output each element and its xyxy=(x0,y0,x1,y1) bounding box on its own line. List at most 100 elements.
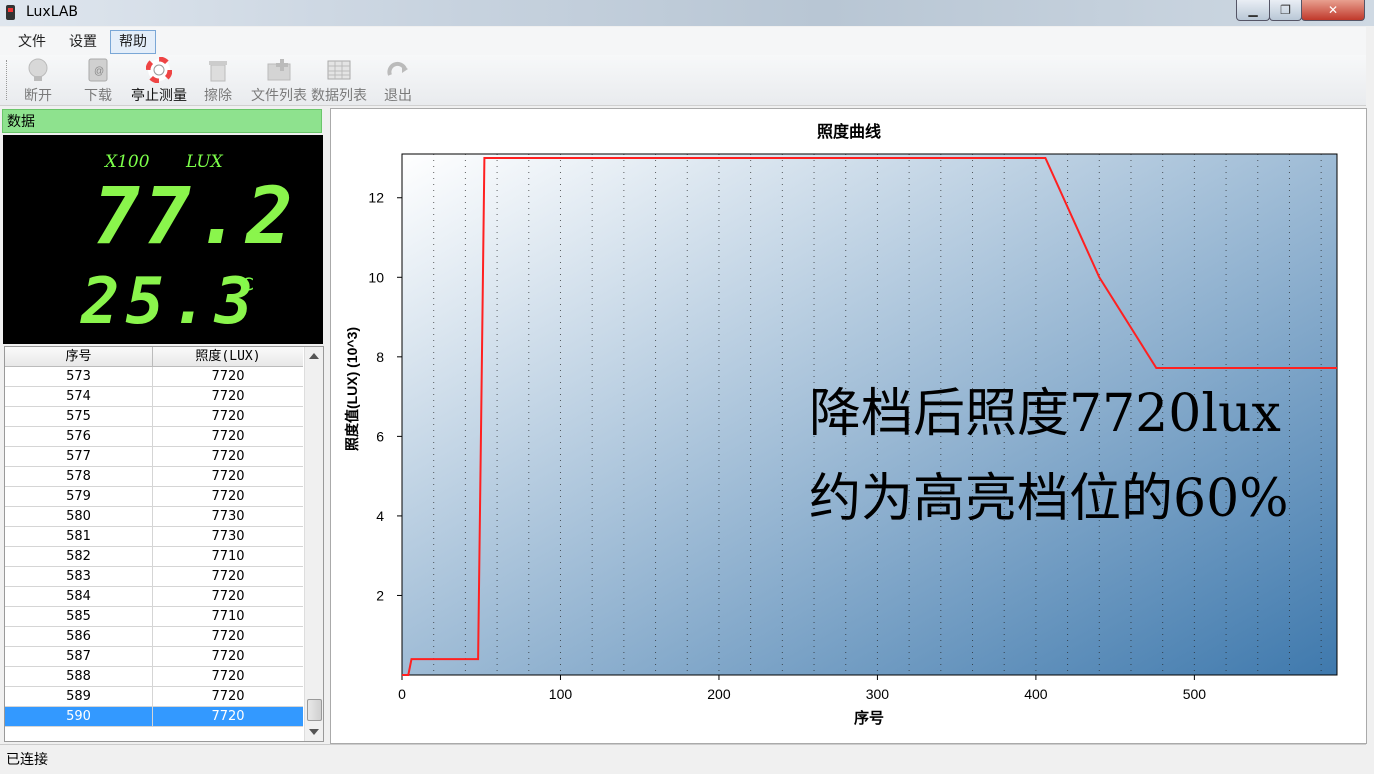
table-row[interactable]: 583 7720 xyxy=(5,567,303,587)
menu-settings[interactable]: 设置 xyxy=(61,31,105,53)
menu-bar: 文件 设置 帮助 xyxy=(0,27,1366,55)
table-row[interactable]: 582 7710 xyxy=(5,547,303,567)
cell-lux: 7720 xyxy=(211,569,245,584)
table-row[interactable]: 587 7720 xyxy=(5,647,303,667)
y-tick-label: 8 xyxy=(376,349,384,365)
cell-index: 573 xyxy=(5,367,153,386)
lcd-temperature: 25.3 xyxy=(81,265,260,339)
y-tick-label: 6 xyxy=(376,428,384,444)
lcd-temp-unit: ℃ xyxy=(235,275,255,295)
cell-index: 590 xyxy=(5,707,153,726)
download-button[interactable]: @ 下载 xyxy=(80,57,116,104)
cell-lux: 7710 xyxy=(211,549,245,564)
cell-lux: 7720 xyxy=(211,649,245,664)
table-row[interactable]: 579 7720 xyxy=(5,487,303,507)
table-row[interactable]: 578 7720 xyxy=(5,467,303,487)
exit-button[interactable]: 退出 xyxy=(380,57,416,104)
cell-index: 589 xyxy=(5,687,153,706)
cell-index: 575 xyxy=(5,407,153,426)
redo-icon xyxy=(387,61,408,76)
lcd-unit: LUX xyxy=(186,152,223,172)
folder-add-icon xyxy=(267,59,291,81)
lcd-multiplier: X100 xyxy=(105,152,150,172)
x-axis: 0 100 200 300 400 500 xyxy=(398,675,1206,702)
data-table[interactable]: 序号 照度(LUX) 573 7720 574 7720 575 7720 576 7720 5… xyxy=(4,346,324,742)
toolbar-grip xyxy=(6,60,9,100)
minimize-button[interactable]: ▁ xyxy=(1236,0,1270,21)
erase-button[interactable]: 擦除 xyxy=(200,57,236,104)
toolbar: 断开 @ 下载 亭止测量 擦除 文件列表 数据列表 退出 xyxy=(0,55,1366,106)
disconnect-button[interactable]: 断开 xyxy=(18,57,58,104)
y-axis: 2 4 6 8 10 12 xyxy=(368,190,402,603)
table-header: 序号 照度(LUX) xyxy=(5,347,303,367)
chart-title: 照度曲线 xyxy=(817,122,881,141)
cell-index: 582 xyxy=(5,547,153,566)
table-body: 573 7720 574 7720 575 7720 576 7720 577 7720 578 77… xyxy=(5,367,303,727)
cell-lux: 7720 xyxy=(211,449,245,464)
cell-lux: 7720 xyxy=(211,669,245,684)
y-tick-label: 10 xyxy=(368,269,384,285)
x-tick-label: 300 xyxy=(866,686,890,702)
table-row[interactable]: 581 7730 xyxy=(5,527,303,547)
cell-index: 580 xyxy=(5,507,153,526)
cell-lux: 7720 xyxy=(211,589,245,604)
trash-icon xyxy=(209,61,227,82)
scroll-down-icon[interactable] xyxy=(309,729,319,735)
annotation-line-2: 约为高亮档位的60% xyxy=(809,469,1289,529)
table-row[interactable]: 588 7720 xyxy=(5,667,303,687)
cell-index: 585 xyxy=(5,607,153,626)
menu-help[interactable]: 帮助 xyxy=(110,30,156,54)
table-row[interactable]: 589 7720 xyxy=(5,687,303,707)
table-row[interactable]: 575 7720 xyxy=(5,407,303,427)
cell-lux: 7720 xyxy=(211,369,245,384)
annotation-line-1: 降档后照度7720lux xyxy=(809,384,1281,444)
close-button[interactable]: ✕ xyxy=(1301,0,1365,21)
cell-lux: 7720 xyxy=(211,429,245,444)
table-row[interactable]: 590 7720 xyxy=(5,707,303,727)
cell-lux: 7720 xyxy=(211,629,245,644)
cell-index: 586 xyxy=(5,627,153,646)
cell-lux: 7720 xyxy=(211,689,245,704)
cell-index: 581 xyxy=(5,527,153,546)
data-list-button[interactable]: 数据列表 xyxy=(310,57,368,104)
connection-status: 已连接 xyxy=(6,752,48,768)
table-row[interactable]: 577 7720 xyxy=(5,447,303,467)
stop-measure-button[interactable]: 亭止测量 xyxy=(128,57,190,104)
window-title: LuxLAB xyxy=(26,4,79,20)
cell-lux: 7710 xyxy=(211,609,245,624)
cell-index: 579 xyxy=(5,487,153,506)
table-row[interactable]: 573 7720 xyxy=(5,367,303,387)
cell-lux: 7720 xyxy=(211,409,245,424)
cell-lux: 7730 xyxy=(211,529,245,544)
table-row[interactable]: 586 7720 xyxy=(5,627,303,647)
title-bar: LuxLAB ▁ ❐ ✕ xyxy=(0,0,1374,26)
status-bar: 已连接 xyxy=(0,744,1366,774)
cell-index: 577 xyxy=(5,447,153,466)
cell-index: 578 xyxy=(5,467,153,486)
lcd-display: X100 LUX 77.2 25.3 ℃ xyxy=(3,135,323,344)
cell-lux: 7730 xyxy=(211,509,245,524)
cell-index: 583 xyxy=(5,567,153,586)
file-list-button[interactable]: 文件列表 xyxy=(248,57,310,104)
chart-panel: 照度曲线 0 100 200 300 400 500 2 4 6 8 10 12 序号 照度值(LU… xyxy=(330,108,1367,744)
scroll-thumb[interactable] xyxy=(307,699,322,721)
column-header-lux[interactable]: 照度(LUX) xyxy=(153,347,303,366)
x-tick-label: 400 xyxy=(1024,686,1048,702)
maximize-button[interactable]: ❐ xyxy=(1269,0,1302,21)
table-row[interactable]: 585 7710 xyxy=(5,607,303,627)
column-header-index[interactable]: 序号 xyxy=(5,347,153,366)
table-row[interactable]: 580 7730 xyxy=(5,507,303,527)
x-tick-label: 0 xyxy=(398,686,406,702)
table-row[interactable]: 576 7720 xyxy=(5,427,303,447)
y-tick-label: 12 xyxy=(368,190,384,206)
scroll-up-icon[interactable] xyxy=(309,353,319,359)
x-tick-label: 200 xyxy=(707,686,731,702)
table-row[interactable]: 574 7720 xyxy=(5,387,303,407)
x-tick-label: 500 xyxy=(1183,686,1207,702)
table-scrollbar[interactable] xyxy=(304,347,323,741)
table-row[interactable]: 584 7720 xyxy=(5,587,303,607)
menu-file[interactable]: 文件 xyxy=(10,31,54,53)
cell-lux: 7720 xyxy=(211,489,245,504)
cell-index: 584 xyxy=(5,587,153,606)
app-icon xyxy=(6,5,15,20)
